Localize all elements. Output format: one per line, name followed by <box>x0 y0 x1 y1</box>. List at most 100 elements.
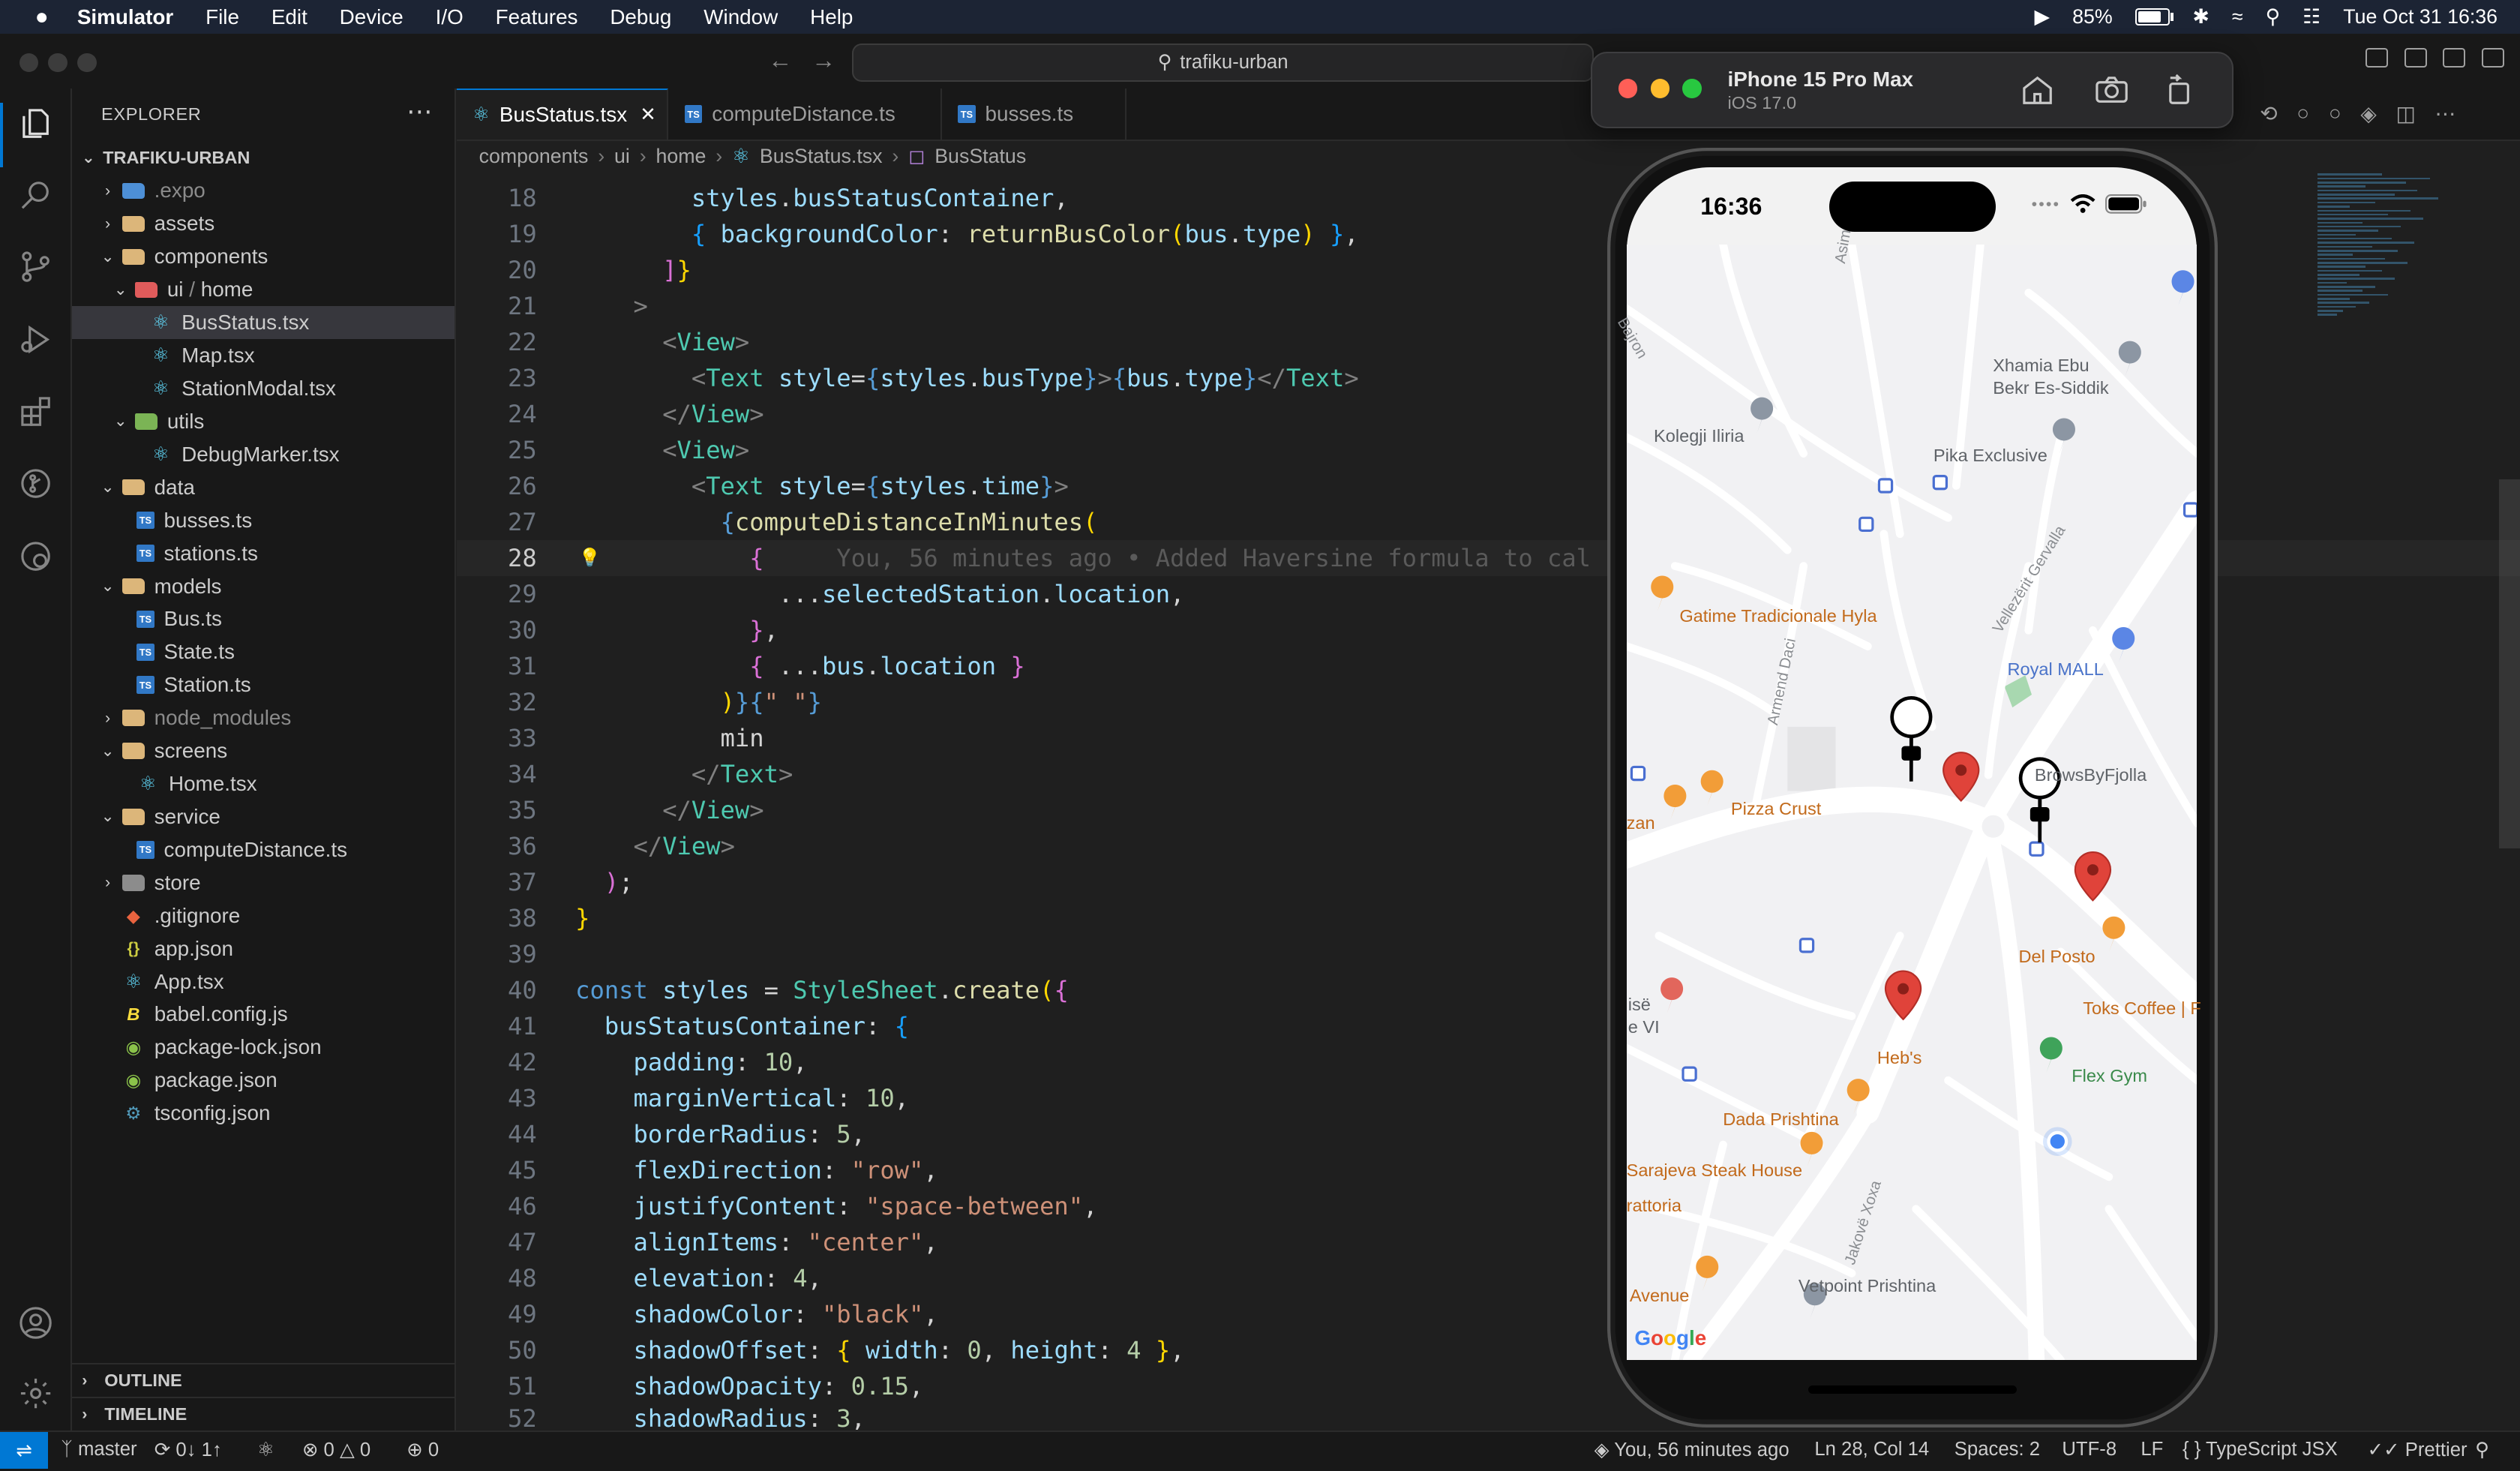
account-icon[interactable] <box>16 1304 54 1342</box>
breadcrumb-home[interactable]: home <box>656 145 706 168</box>
minimize-window-button[interactable] <box>48 53 68 73</box>
simulator-minimize-button[interactable] <box>1650 78 1670 98</box>
tree-folder-assets[interactable]: › assets <box>72 207 454 240</box>
encoding[interactable]: UTF-8 <box>2062 1439 2116 1460</box>
tree-folder-screens[interactable]: ⌄ screens <box>72 734 454 767</box>
toggle-panel-icon[interactable] <box>2404 48 2427 68</box>
search-icon[interactable]: ⚲ <box>2266 5 2281 29</box>
tree-file-stations[interactable]: TS stations.ts <box>72 537 454 570</box>
tree-file-apptsx[interactable]: ⚛ App.tsx <box>72 965 454 998</box>
end-of-line[interactable]: LF <box>2140 1439 2163 1460</box>
back-arrow-icon[interactable]: ← <box>768 47 792 74</box>
tree-folder-utils[interactable]: ⌄ utils <box>72 405 454 438</box>
home-icon[interactable] <box>2020 72 2055 107</box>
breadcrumb-symbol[interactable]: BusStatus <box>934 145 1026 168</box>
remote-indicator-icon[interactable]: ⇌ <box>0 1432 49 1469</box>
menu-window[interactable]: Window <box>704 5 778 29</box>
menubar-clock[interactable]: Tue Oct 31 16:36 <box>2343 5 2498 29</box>
tree-folder-ui-home[interactable]: ⌄ ui / home <box>72 273 454 306</box>
timeline-section[interactable]: › TIMELINE <box>72 1397 455 1430</box>
next-change-icon[interactable]: ○ <box>2329 101 2342 126</box>
map-view[interactable] <box>1626 244 2198 1360</box>
tree-file-package-lock[interactable]: ◉ package-lock.json <box>72 1031 454 1064</box>
tree-file-busstatus[interactable]: ⚛ BusStatus.tsx <box>72 306 455 340</box>
extensions-icon[interactable] <box>16 392 54 431</box>
problems-indicator[interactable]: ⊗ 0 △ 0 <box>302 1439 370 1461</box>
indentation[interactable]: Spaces: 2 <box>1954 1439 2040 1460</box>
menu-file[interactable]: File <box>206 5 239 29</box>
explorer-icon[interactable] <box>16 104 54 143</box>
tree-folder-service[interactable]: ⌄ service <box>72 800 454 833</box>
menu-features[interactable]: Features <box>496 5 578 29</box>
close-tab-icon[interactable]: ✕ <box>640 104 656 126</box>
tab-busses[interactable]: TS busses.ts <box>942 88 1127 140</box>
more-actions-icon[interactable]: ⋯ <box>2435 101 2456 126</box>
remote-explorer-icon[interactable] <box>16 537 54 575</box>
tree-file-appjson[interactable]: {} app.json <box>72 932 454 965</box>
tree-file-home[interactable]: ⚛ Home.tsx <box>72 767 454 800</box>
command-center[interactable]: ⚲ trafiku-urban <box>851 43 1594 82</box>
simulator-close-button[interactable] <box>1618 78 1638 98</box>
tree-file-bus[interactable]: TS Bus.ts <box>72 602 454 635</box>
breadcrumb-file[interactable]: BusStatus.tsx <box>760 145 883 168</box>
editor-scrollbar[interactable] <box>2499 479 2520 849</box>
tree-file-computedistance[interactable]: TS computeDistance.ts <box>72 833 454 866</box>
menu-app[interactable]: Simulator <box>77 5 173 29</box>
tree-file-state[interactable]: TS State.ts <box>72 635 454 668</box>
source-control-icon[interactable] <box>16 248 54 286</box>
tree-folder-node-modules[interactable]: › node_modules <box>72 701 454 734</box>
tree-root[interactable]: ⌄ TRAFIKU-URBAN <box>72 142 454 175</box>
git-branch[interactable]: ᛉ master <box>61 1439 136 1460</box>
tab-busstatus[interactable]: ⚛ BusStatus.tsx ✕ <box>456 88 669 140</box>
tree-file-busses[interactable]: TS busses.ts <box>72 504 454 537</box>
git-blame-icon[interactable]: ◈ <box>2360 101 2376 126</box>
breadcrumb-components[interactable]: components <box>479 145 589 168</box>
blame-status[interactable]: ◈ You, 56 minutes ago <box>1594 1439 1790 1461</box>
prettier-status[interactable]: ✓✓ Prettier <box>2367 1439 2467 1461</box>
notifications-bell-icon[interactable]: ⚲ <box>2475 1439 2489 1461</box>
screenshot-camera-icon[interactable] <box>2094 72 2129 107</box>
more-actions-icon[interactable]: ⋯ <box>406 97 432 127</box>
ports-indicator[interactable]: ⊕ 0 <box>406 1439 439 1461</box>
git-graph-icon[interactable] <box>16 464 54 503</box>
tree-file-gitignore[interactable]: ◆ .gitignore <box>72 899 454 932</box>
menu-edit[interactable]: Edit <box>272 5 308 29</box>
minimap[interactable] <box>2318 173 2494 366</box>
tree-folder-data[interactable]: ⌄ data <box>72 471 454 504</box>
tree-file-map[interactable]: ⚛ Map.tsx <box>72 339 454 372</box>
toggle-secondary-sidebar-icon[interactable] <box>2443 48 2466 68</box>
menu-io[interactable]: I/O <box>436 5 464 29</box>
apple-menu-icon[interactable]: ● <box>29 5 55 30</box>
breadcrumb-ui[interactable]: ui <box>614 145 630 168</box>
outline-section[interactable]: › OUTLINE <box>72 1363 455 1397</box>
tree-file-tsconfig[interactable]: ⚙ tsconfig.json <box>72 1097 454 1130</box>
cursor-position[interactable]: Ln 28, Col 14 <box>1814 1439 1929 1460</box>
control-center-icon[interactable]: ☷ <box>2302 5 2320 29</box>
simulator-zoom-button[interactable] <box>1682 78 1702 98</box>
git-sync[interactable]: ⟳ 0↓ 1↑ <box>154 1439 222 1461</box>
tree-file-babel[interactable]: B babel.config.js <box>72 998 454 1031</box>
menu-debug[interactable]: Debug <box>610 5 671 29</box>
battery-icon[interactable] <box>2134 8 2174 26</box>
split-editor-icon[interactable]: ◫ <box>2396 101 2415 126</box>
tree-file-stationmodal[interactable]: ⚛ StationModal.tsx <box>72 372 454 405</box>
run-debug-icon[interactable] <box>16 320 54 358</box>
tree-file-station[interactable]: TS Station.ts <box>72 668 454 701</box>
bluetooth-icon[interactable]: ✱ <box>2192 5 2209 29</box>
tab-computedistance[interactable]: TS computeDistance.ts <box>668 88 942 140</box>
zoom-window-button[interactable] <box>76 53 97 73</box>
tree-folder-components[interactable]: ⌄ components <box>72 240 454 273</box>
tree-file-debugmarker[interactable]: ⚛ DebugMarker.tsx <box>72 438 454 471</box>
language-mode[interactable]: { } TypeScript JSX <box>2182 1439 2338 1460</box>
tree-folder-store[interactable]: › store <box>72 866 454 899</box>
tree-file-package[interactable]: ◉ package.json <box>72 1064 454 1097</box>
toggle-primary-sidebar-icon[interactable] <box>2366 48 2389 68</box>
rotate-device-icon[interactable] <box>2162 72 2197 107</box>
tree-folder-models[interactable]: ⌄ models <box>72 570 454 603</box>
wifi-icon[interactable]: ≈ <box>2232 5 2243 29</box>
search-icon[interactable] <box>16 176 54 214</box>
home-indicator[interactable] <box>1808 1385 2018 1394</box>
menu-help[interactable]: Help <box>810 5 853 29</box>
open-changes-icon[interactable]: ⟲ <box>2260 101 2277 126</box>
settings-gear-icon[interactable] <box>16 1374 54 1412</box>
